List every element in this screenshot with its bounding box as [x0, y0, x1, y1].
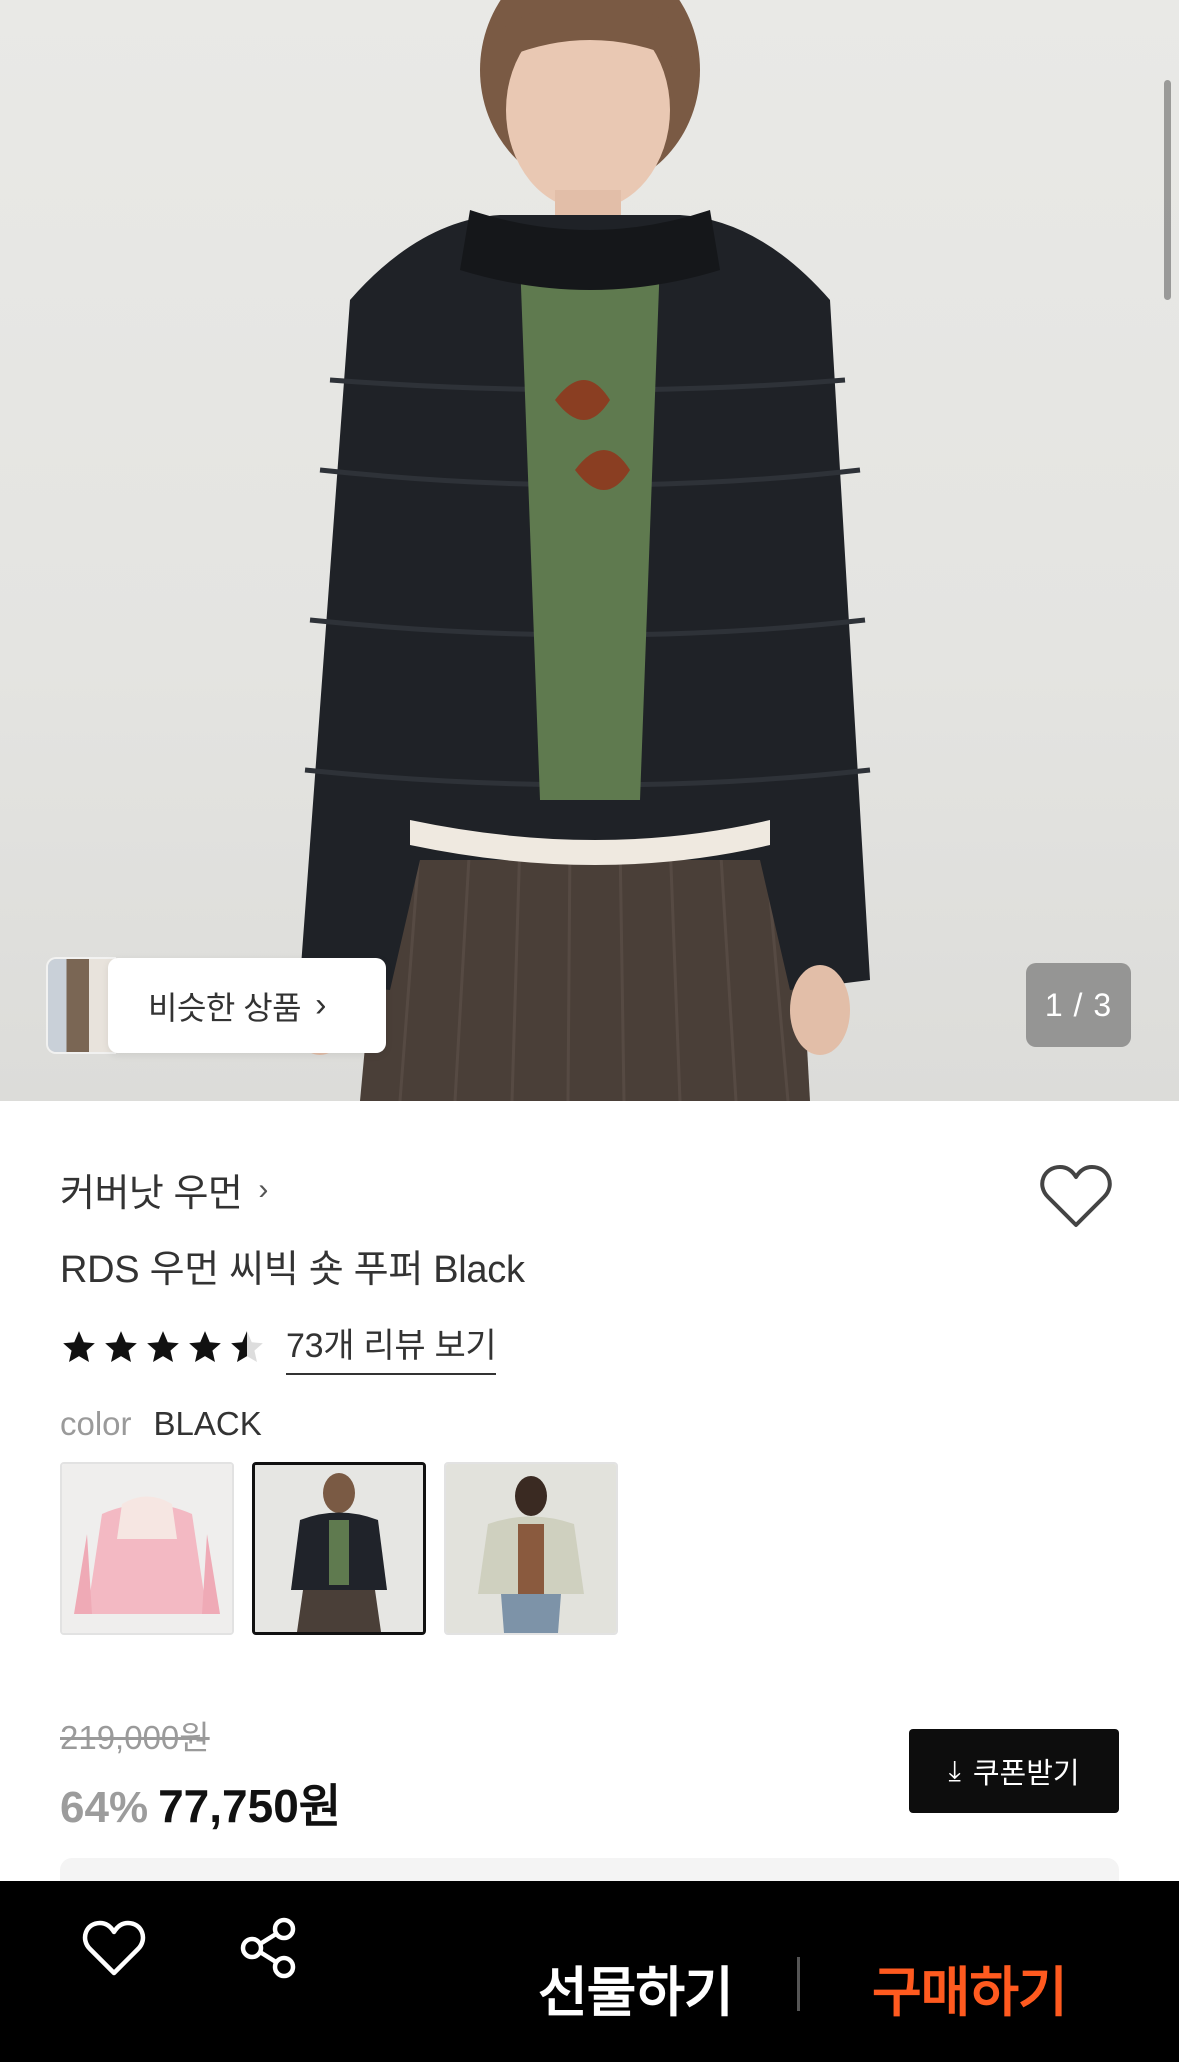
color-option-pink[interactable]: [60, 1462, 234, 1635]
price-row: 64% 77,750원: [60, 1770, 341, 1836]
product-photo: [290, 0, 871, 1101]
similar-products-label: 비슷한 상품: [148, 989, 302, 1026]
share-icon[interactable]: [236, 1915, 302, 1981]
brand-link[interactable]: 커버낫 우먼 ›: [60, 1162, 268, 1217]
similar-products-pill[interactable]: 비슷한 상품 ›: [108, 958, 386, 1053]
black-jacket-thumbnail: [255, 1465, 423, 1632]
rating-row: 73개 리뷰 보기: [60, 1318, 497, 1375]
star-rating: [60, 1328, 266, 1366]
color-option-beige[interactable]: [444, 1462, 618, 1635]
original-price: 219,000원: [60, 1719, 210, 1756]
product-detail-page: 비슷한 상품 › 1 / 3 커버낫 우먼 › RDS 우먼 씨빅 숏 푸퍼 B…: [0, 0, 1179, 2062]
gift-button[interactable]: 선물하기: [538, 1948, 734, 2027]
color-option-black[interactable]: [252, 1462, 426, 1635]
chevron-right-icon: ›: [258, 1172, 268, 1206]
discount-rate: 64%: [60, 1783, 149, 1832]
star-icon: [147, 1330, 179, 1362]
color-label: color: [60, 1405, 132, 1442]
product-image-gallery[interactable]: 비슷한 상품 › 1 / 3: [0, 0, 1179, 1101]
heart-icon[interactable]: [1040, 1163, 1112, 1229]
download-icon: ⤓: [948, 1754, 961, 1786]
brand-name: 커버낫 우먼: [60, 1173, 243, 1215]
product-title: RDS 우먼 씨빅 숏 푸퍼 Black: [60, 1249, 525, 1291]
sale-price: 77,750원: [158, 1780, 342, 1832]
beige-jacket-thumbnail: [446, 1464, 616, 1633]
image-counter: 1 / 3: [1026, 963, 1131, 1047]
chevron-right-icon: ›: [315, 986, 326, 1024]
star-icon: [63, 1330, 95, 1362]
similar-products-thumbnail: [48, 959, 114, 1052]
page-scrollbar[interactable]: [1164, 80, 1171, 300]
pink-jacket-thumbnail: [62, 1464, 232, 1633]
coupon-label: 쿠폰받기: [972, 1758, 1080, 1790]
similar-products-button[interactable]: 비슷한 상품 ›: [48, 958, 386, 1053]
star-icon: [189, 1330, 221, 1362]
star-icon: [105, 1330, 137, 1362]
coupon-button[interactable]: ⤓ 쿠폰받기: [909, 1729, 1119, 1813]
buy-button[interactable]: 구매하기: [872, 1948, 1068, 2027]
color-options: [60, 1462, 618, 1635]
heart-icon[interactable]: [81, 1915, 147, 1981]
color-selector-label: color BLACK: [60, 1405, 262, 1443]
color-value: BLACK: [153, 1405, 262, 1442]
bottom-bar-divider: [797, 1957, 800, 2011]
star-half-icon: [231, 1330, 263, 1362]
review-link[interactable]: 73개 리뷰 보기: [286, 1318, 497, 1375]
